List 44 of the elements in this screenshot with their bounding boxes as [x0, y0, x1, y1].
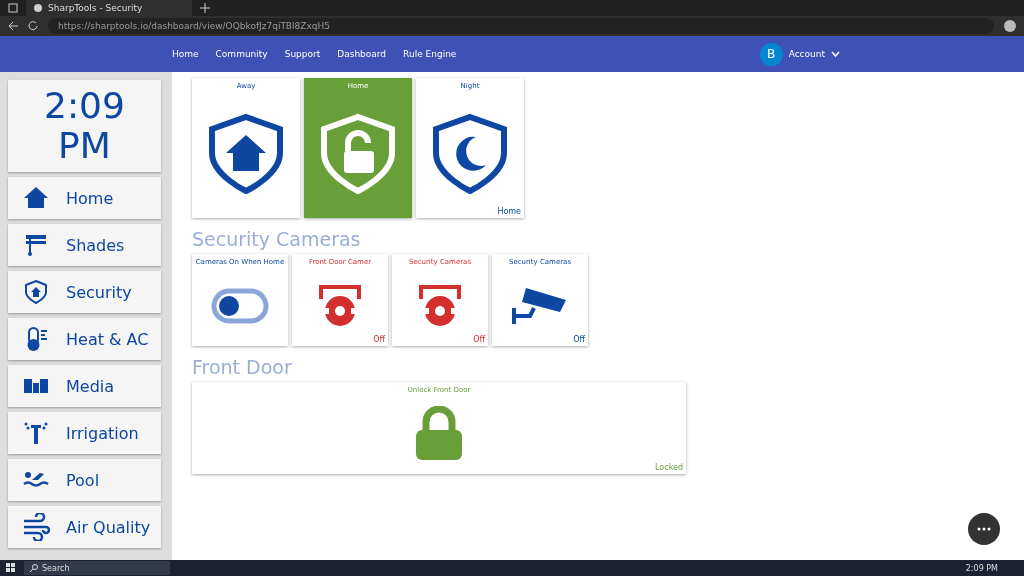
wind-icon: [22, 513, 50, 541]
account-menu[interactable]: Account: [788, 49, 825, 59]
shield-moon-icon: [430, 113, 510, 195]
sidebar-item[interactable]: Security: [8, 271, 161, 313]
avatar[interactable]: B: [759, 42, 783, 66]
refresh-icon[interactable]: [28, 21, 38, 31]
sidebar-item[interactable]: Home: [8, 177, 161, 219]
profile-icon[interactable]: [1004, 20, 1016, 32]
sidebar-item[interactable]: Pool: [8, 459, 161, 501]
sidebar-item[interactable]: Shades: [8, 224, 161, 266]
nav-link[interactable]: Support: [284, 49, 321, 59]
toggle-switch[interactable]: [211, 288, 269, 324]
chevron-icon[interactable]: [831, 51, 840, 57]
tile-status: Home: [497, 207, 521, 216]
section-title: Front Door: [192, 356, 293, 378]
search-icon: [30, 564, 38, 572]
shield-house-icon: [206, 113, 286, 195]
nav-link[interactable]: Rule Engine: [403, 49, 457, 59]
shield-padlock-icon: [318, 113, 398, 195]
sidebar-item[interactable]: Irrigation: [8, 412, 161, 454]
back-icon[interactable]: [8, 21, 18, 31]
clock-time: 2:09: [44, 86, 125, 126]
browser-tab[interactable]: SharpTools - Security: [26, 0, 192, 16]
sidebar-item[interactable]: Heat & AC: [8, 318, 161, 360]
tile-status: Off: [473, 335, 485, 344]
taskbar-clock: 2:09 PM: [965, 563, 998, 573]
sidebar-item[interactable]: Air Quality: [8, 506, 161, 548]
sidebar-item[interactable]: Media: [8, 365, 161, 407]
favicon-icon: [34, 4, 42, 12]
start-icon[interactable]: [6, 563, 16, 573]
search-field[interactable]: Search: [24, 561, 170, 575]
address-bar[interactable]: https://sharptools.io/dashboard/view/OQbkofJz7qiTBl8ZxqH5: [48, 18, 994, 34]
tile-status: Locked: [655, 463, 683, 472]
clock-period: PM: [58, 126, 111, 166]
more-button[interactable]: [968, 513, 1000, 545]
nav-link[interactable]: Dashboard: [337, 49, 387, 59]
nav-link[interactable]: Community: [215, 49, 268, 59]
plus-icon[interactable]: [200, 3, 210, 13]
tile-status: Off: [373, 335, 385, 344]
nav-link[interactable]: Home: [172, 49, 199, 59]
shield-icon: [22, 278, 50, 306]
tile-status: Off: [573, 335, 585, 344]
tab-icon[interactable]: [8, 3, 18, 13]
section-title: Security Cameras: [192, 228, 362, 250]
